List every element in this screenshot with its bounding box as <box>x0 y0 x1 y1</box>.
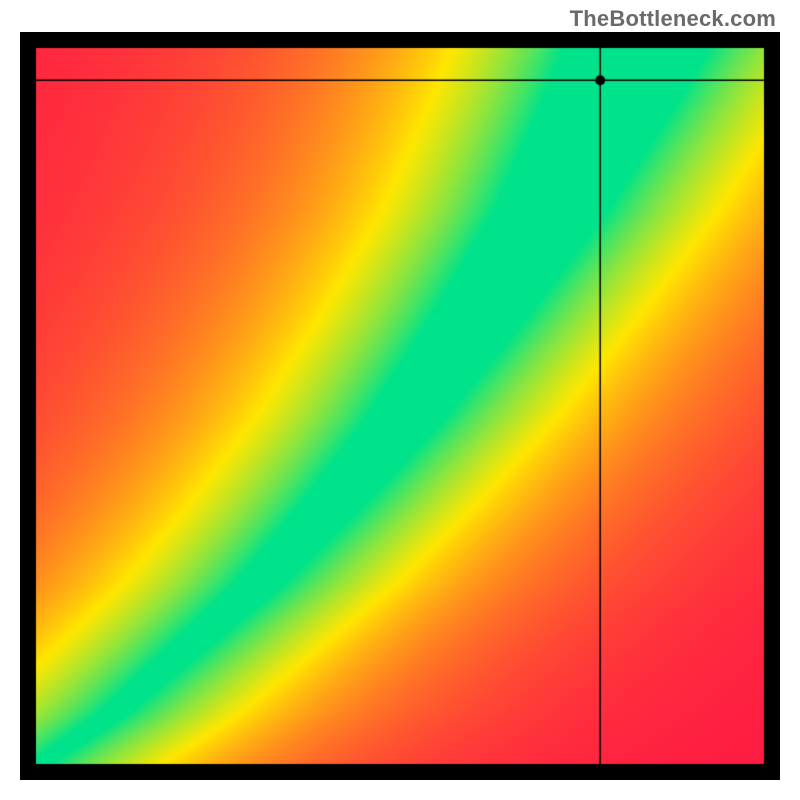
watermark-text: TheBottleneck.com <box>570 6 776 32</box>
bottleneck-heatmap <box>20 32 780 780</box>
heatmap-canvas <box>20 32 780 780</box>
